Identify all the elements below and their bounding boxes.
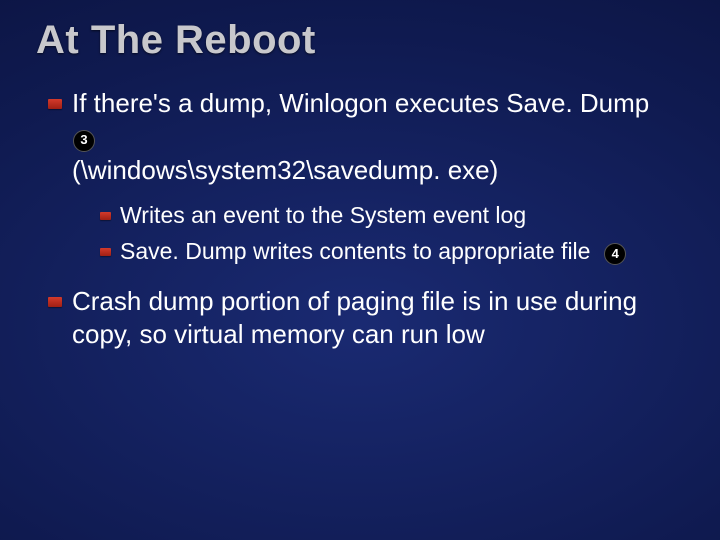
- slide: At The Reboot If there's a dump, Winlogo…: [0, 0, 720, 540]
- text-segment: If there's a dump, Winlogon executes Sav…: [72, 88, 656, 118]
- text-segment: Writes an event to the System event log: [120, 202, 526, 228]
- list-item: Writes an event to the System event log: [100, 201, 684, 231]
- list-item: Crash dump portion of paging file is in …: [48, 285, 684, 352]
- bullet-list-level2: Writes an event to the System event log …: [72, 201, 684, 267]
- text-segment: Save. Dump writes contents to appropriat…: [120, 238, 597, 264]
- text-segment: Crash dump portion of paging file is in …: [72, 286, 644, 349]
- bullet-list-level1: If there's a dump, Winlogon executes Sav…: [36, 87, 684, 351]
- slide-title: At The Reboot: [36, 18, 684, 63]
- text-segment: (\windows\system32\savedump. exe): [72, 155, 498, 185]
- list-item: If there's a dump, Winlogon executes Sav…: [48, 87, 684, 267]
- list-item: Save. Dump writes contents to appropriat…: [100, 237, 684, 267]
- number-badge: 4: [604, 243, 626, 265]
- number-badge: 3: [73, 130, 95, 152]
